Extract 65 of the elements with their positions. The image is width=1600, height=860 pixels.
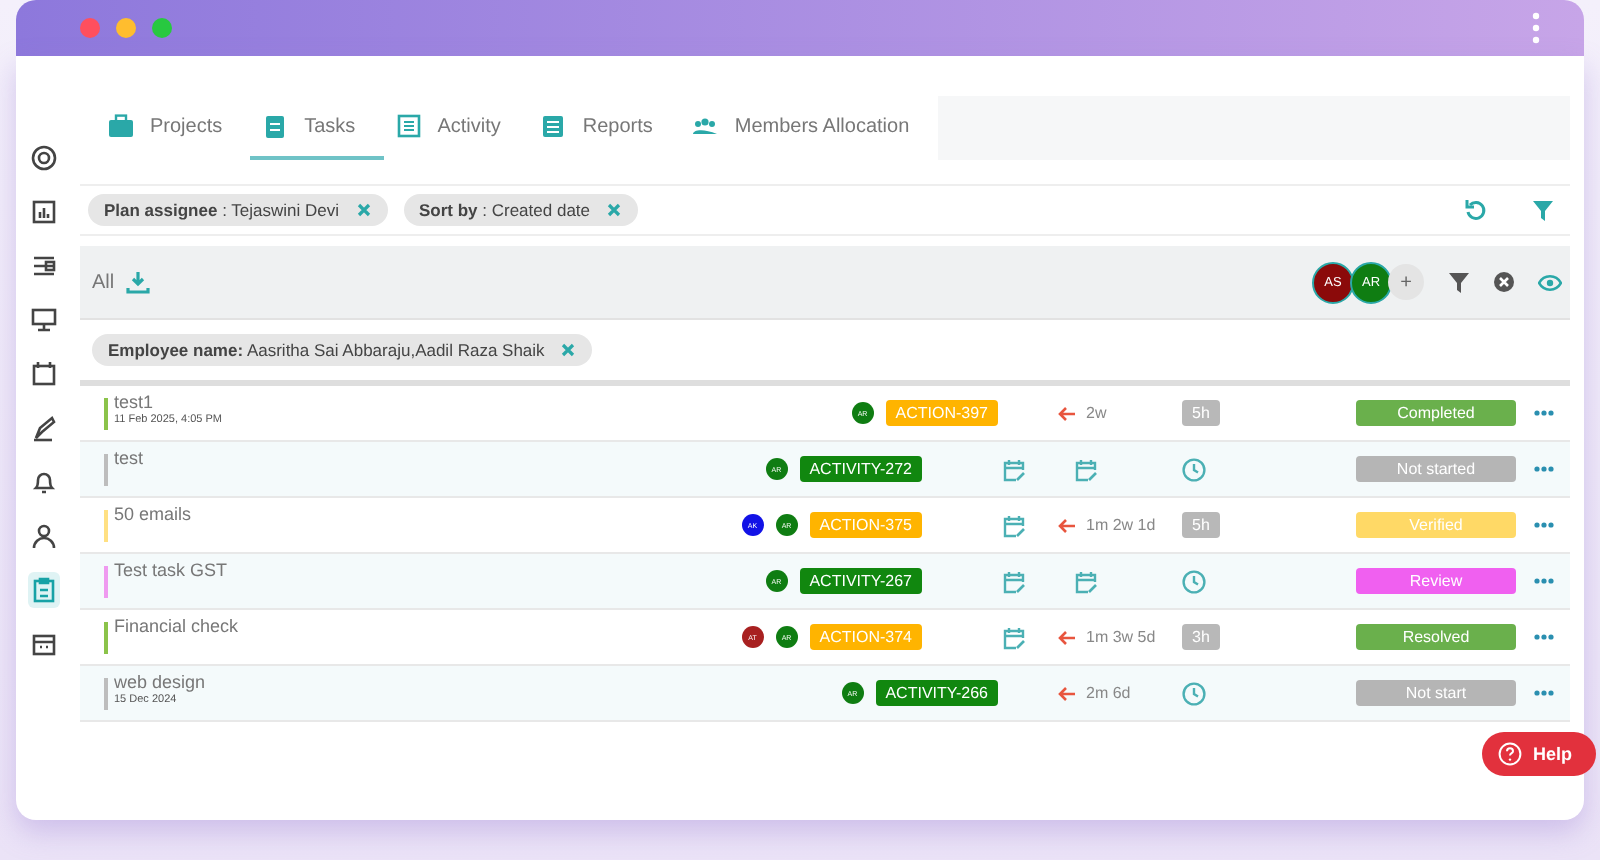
close-icon[interactable] bbox=[355, 202, 371, 218]
status-badge[interactable]: Review bbox=[1356, 568, 1516, 594]
left-arrow-icon bbox=[1058, 517, 1076, 533]
tab[interactable]: Reports bbox=[528, 96, 681, 160]
hours-badge: 5h bbox=[1182, 512, 1220, 538]
more-icon[interactable] bbox=[1534, 634, 1554, 640]
clock-icon[interactable] bbox=[1182, 569, 1206, 593]
maximize-dot[interactable] bbox=[152, 18, 172, 38]
all-label: All bbox=[92, 271, 115, 293]
status-badge[interactable]: Completed bbox=[1356, 400, 1516, 426]
task-name[interactable]: test1 bbox=[114, 392, 852, 412]
task-id-tag[interactable]: ACTIVITY-266 bbox=[875, 680, 998, 706]
hours-badge: 3h bbox=[1182, 624, 1220, 650]
target-icon[interactable] bbox=[28, 140, 60, 176]
task-name[interactable]: web design bbox=[114, 672, 842, 692]
filter-chip[interactable]: Sort by : Created date bbox=[403, 194, 639, 226]
briefcase-icon bbox=[108, 114, 134, 138]
status-badge[interactable]: Resolved bbox=[1356, 624, 1516, 650]
clear-icon[interactable] bbox=[1494, 272, 1514, 292]
more-icon[interactable] bbox=[1534, 522, 1554, 528]
hours-badge: 5h bbox=[1182, 400, 1220, 426]
filter-icon[interactable] bbox=[1448, 271, 1470, 293]
task-name[interactable]: Test task GST bbox=[114, 560, 766, 580]
refresh-icon[interactable] bbox=[1464, 198, 1488, 222]
more-icon[interactable] bbox=[1534, 410, 1554, 416]
left-arrow-icon bbox=[1058, 405, 1076, 421]
tab[interactable]: Projects bbox=[96, 96, 251, 160]
clipboard-icon[interactable] bbox=[28, 572, 60, 608]
minimize-dot[interactable] bbox=[116, 18, 136, 38]
more-icon[interactable] bbox=[1534, 466, 1554, 472]
close-dot[interactable] bbox=[80, 18, 100, 38]
task-name[interactable]: 50 emails bbox=[114, 504, 742, 524]
tab[interactable]: Members Allocation bbox=[680, 96, 938, 160]
left-arrow-icon bbox=[1058, 629, 1076, 645]
filter-chip[interactable]: Employee name: Aasritha Sai Abbaraju,Aadil Raza Shaik bbox=[92, 334, 593, 366]
overdue-duration: 1m 2w 1d bbox=[1086, 516, 1156, 534]
clock-icon[interactable] bbox=[1182, 457, 1206, 481]
task-id-tag[interactable]: ACTIVITY-267 bbox=[799, 568, 922, 594]
eye-icon[interactable] bbox=[1538, 273, 1562, 291]
tab[interactable]: Tasks bbox=[250, 96, 384, 160]
left-arrow-icon bbox=[1058, 685, 1076, 701]
document-icon bbox=[540, 114, 567, 138]
overdue-duration: 1m 3w 5d bbox=[1086, 628, 1156, 646]
overdue-duration: 2w bbox=[1086, 404, 1107, 422]
question-icon bbox=[1498, 742, 1523, 766]
download-icon[interactable] bbox=[126, 270, 151, 294]
more-icon[interactable] bbox=[1532, 12, 1540, 44]
help-button[interactable]: Help bbox=[1482, 732, 1596, 776]
overdue-duration: 2m 6d bbox=[1086, 684, 1131, 702]
list-icon bbox=[395, 114, 422, 138]
clipboard-icon bbox=[262, 114, 289, 138]
filter-icon[interactable] bbox=[1532, 199, 1554, 221]
more-icon[interactable] bbox=[1534, 690, 1554, 696]
close-icon[interactable] bbox=[606, 202, 623, 218]
close-icon[interactable] bbox=[560, 342, 577, 358]
more-icon[interactable] bbox=[1534, 578, 1554, 584]
task-id-tag[interactable]: ACTIVITY-272 bbox=[799, 456, 922, 482]
pen-icon[interactable] bbox=[28, 410, 60, 446]
filter-chip[interactable]: Plan assignee : Tejaswini Devi bbox=[88, 194, 387, 226]
clock-icon[interactable] bbox=[1182, 681, 1206, 705]
add-button[interactable]: + bbox=[1388, 264, 1424, 300]
tab[interactable]: Activity bbox=[383, 96, 529, 160]
task-name[interactable]: Financial check bbox=[114, 616, 742, 636]
people-icon bbox=[692, 114, 719, 138]
task-name[interactable]: test bbox=[114, 448, 766, 468]
